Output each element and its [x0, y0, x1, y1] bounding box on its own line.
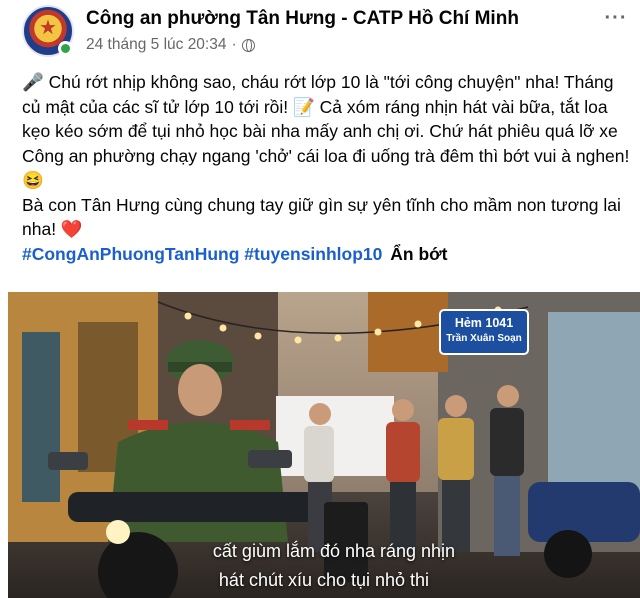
- post-body: 🎤 Chú rớt nhịp không sao, cháu rớt lớp 1…: [22, 70, 634, 266]
- post-timestamp-link[interactable]: 24 tháng 5 lúc 20:34: [86, 36, 226, 54]
- post-paragraph-1: 🎤 Chú rớt nhịp không sao, cháu rớt lớp 1…: [22, 72, 630, 190]
- online-status-icon: [58, 41, 73, 56]
- post-photo[interactable]: Hẻm 1041 Trần Xuân Soạn cất giùm lắm đó …: [8, 292, 640, 598]
- street-sign-number: Hẻm 1041: [454, 316, 514, 330]
- globe-icon[interactable]: [241, 38, 255, 52]
- police-emblem-icon: ★: [39, 17, 57, 39]
- street-sign-name: Trần Xuân Soạn: [446, 333, 522, 344]
- street-sign: Hẻm 1041 Trần Xuân Soạn: [440, 312, 528, 352]
- hashtag-link[interactable]: #CongAnPhuongTanHung: [22, 244, 239, 264]
- subtitle-line-2: hát chút xíu cho tụi nhỏ thi: [218, 570, 430, 590]
- post-meta: 24 tháng 5 lúc 20:34 ·: [86, 36, 255, 54]
- hashtag-link[interactable]: #tuyensinhlop10: [244, 244, 382, 264]
- meta-separator: ·: [231, 36, 237, 53]
- hashtag-row: #CongAnPhuongTanHung #tuyensinhlop10 Ẩn …: [22, 242, 634, 267]
- page-name-link[interactable]: Công an phường Tân Hưng - CATP Hồ Chí Mi…: [86, 8, 519, 30]
- post-paragraph-2: Bà con Tân Hưng cùng chung tay giữ gìn s…: [22, 194, 621, 240]
- video-subtitle: cất giùm lắm đó nha ráng nhịn hát chút x…: [8, 537, 640, 595]
- more-options-button[interactable]: ···: [600, 8, 632, 32]
- see-less-button[interactable]: Ẩn bớt: [390, 244, 447, 264]
- subtitle-line-1: cất giùm lắm đó nha ráng nhịn: [212, 541, 456, 561]
- post-header: ★ Công an phường Tân Hưng - CATP Hồ Chí …: [0, 0, 640, 66]
